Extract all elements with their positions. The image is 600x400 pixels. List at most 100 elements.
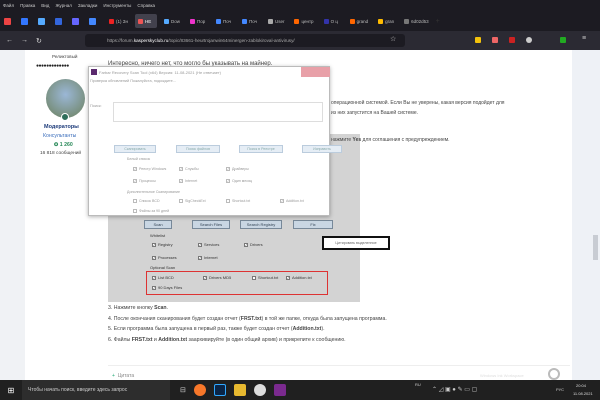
taskbar-search[interactable]: Чтобы начать поиск, введите здесь запрос <box>22 380 170 400</box>
instruction-step: 4. После окончания сканирования будет со… <box>108 315 387 322</box>
checkbox-box <box>133 209 137 213</box>
url-bar[interactable]: https://forum. kasperskyclub.ru/topic/836… <box>85 34 405 47</box>
new-tab-icon[interactable]: + <box>436 18 440 25</box>
checkbox[interactable]: ✓ Processes <box>152 255 177 260</box>
checkbox-label: Addition.txt <box>292 275 312 280</box>
checkbox[interactable]: ✓ Internet <box>179 179 197 183</box>
checkbox[interactable]: ✓ Службы <box>179 167 199 171</box>
photoshop-icon[interactable] <box>213 384 226 396</box>
checkbox-box: ✓ <box>179 167 183 171</box>
browser-tab[interactable]: grand <box>347 14 372 28</box>
checkbox[interactable]: ✓ Registry <box>152 242 173 247</box>
tab-label: Dow <box>170 18 180 24</box>
checkbox-box: ✓ <box>133 167 137 171</box>
search-field[interactable] <box>113 102 323 122</box>
tab-label: Поч <box>222 18 231 24</box>
pinned-tab-icon[interactable] <box>72 17 79 25</box>
browser-tab[interactable]: О ц <box>321 14 343 28</box>
menu-icon[interactable]: ≡ <box>582 35 586 42</box>
checkbox[interactable]: ✓ Addition.txt <box>280 199 304 203</box>
tab-label: Поч <box>248 18 257 24</box>
tab-favicon <box>349 18 355 24</box>
checkbox[interactable]: Список BCD <box>133 199 160 203</box>
pinned-tab-icon[interactable] <box>4 17 11 25</box>
tab-label: gran <box>385 18 395 24</box>
checkbox[interactable]: Shortcut.txt <box>252 275 278 280</box>
pinned-tab-icon[interactable] <box>89 17 96 25</box>
pinned-tab-icon[interactable] <box>55 17 62 25</box>
checkbox[interactable]: ✓ Драйверы <box>226 167 249 171</box>
checkbox[interactable]: Shortcut.txt <box>226 199 250 203</box>
browser-tab[interactable]: 6d02d53 <box>401 14 432 28</box>
optional-scan-label: Дополнительное Сканирование <box>127 190 180 194</box>
frst-taskbar-icon[interactable] <box>273 384 286 396</box>
lang-indicator: RU <box>415 382 421 387</box>
browser-tab[interactable]: Поч <box>239 14 261 28</box>
browser-tab[interactable]: Поч <box>213 14 235 28</box>
checkbox-label: Shortcut.txt <box>258 275 279 280</box>
checkbox[interactable]: ✓ 90 Days Files <box>152 285 182 290</box>
heart-icon[interactable] <box>548 368 560 380</box>
extension-icon[interactable] <box>492 37 498 43</box>
checkbox[interactable]: ✓ Процессы <box>133 179 156 183</box>
app-icon[interactable] <box>253 384 266 396</box>
file-explorer-icon[interactable] <box>233 384 246 396</box>
firefox-icon[interactable] <box>193 384 206 396</box>
menu-item[interactable]: Журнал <box>55 3 71 8</box>
dialog-button[interactable]: Поиск файлов <box>176 145 220 153</box>
checkbox[interactable]: ✓ Drivers MD5 <box>203 275 231 280</box>
browser-tab[interactable]: Dow <box>161 14 183 28</box>
menu-item[interactable]: Инструменты <box>103 3 131 8</box>
tab-favicon <box>189 18 195 24</box>
checkbox[interactable]: SigCheckExt <box>179 199 206 203</box>
extension-icon[interactable] <box>526 37 532 43</box>
dialog-button[interactable]: Исправить <box>302 145 342 153</box>
browser-tab[interactable]: центр <box>291 14 316 28</box>
forward-icon[interactable]: → <box>21 37 28 44</box>
quote-selection-tooltip[interactable]: Цитировать выделенное <box>322 236 390 250</box>
browser-tab[interactable]: HЕ <box>134 14 157 28</box>
checkbox-box: ✓ <box>280 199 284 203</box>
checkbox[interactable]: ✓ List BCD <box>152 275 174 280</box>
menu-item[interactable]: Правка <box>20 3 35 8</box>
menu-item[interactable]: Закладки <box>78 3 97 8</box>
pinned-tab-icon[interactable] <box>38 17 45 25</box>
clock-time[interactable]: 20:04 <box>576 383 586 388</box>
menu-item[interactable]: Вид <box>41 3 49 8</box>
scrollbar-thumb[interactable] <box>593 235 598 260</box>
bookmark-star-icon[interactable]: ☆ <box>390 35 396 43</box>
back-icon[interactable]: ← <box>6 37 13 44</box>
close-button[interactable] <box>301 67 330 77</box>
browser-tab[interactable]: (1) Зн <box>106 14 131 28</box>
menu-item[interactable]: Файл <box>3 3 14 8</box>
reload-icon[interactable]: ↻ <box>36 37 42 45</box>
language-button[interactable]: РУС <box>556 387 564 392</box>
user-group[interactable]: Модераторы <box>44 124 79 130</box>
task-view-icon[interactable]: ⊟ <box>180 386 186 394</box>
checkbox[interactable]: ✓ Internet <box>198 255 218 260</box>
checkbox[interactable]: ✓ Один месяц <box>226 179 252 183</box>
clock-date[interactable]: 11.08.2021 <box>573 391 593 396</box>
tray-icons[interactable]: ⌃ ◿ ▣ ● ✎ ▭ ▢ <box>432 386 477 393</box>
checkbox-label: Процессы <box>139 179 156 183</box>
checkbox[interactable]: ✓ Addition.txt <box>286 275 312 280</box>
browser-tab[interactable]: Пор <box>187 14 209 28</box>
extension-icon[interactable] <box>475 37 481 43</box>
quote-button[interactable]: + Цитата <box>112 373 134 379</box>
browser-tab[interactable]: User <box>265 14 288 28</box>
checkbox[interactable]: ✓ Services <box>198 242 219 247</box>
checkbox[interactable]: ✓ Реестр Windows <box>133 167 166 171</box>
checkbox[interactable]: ✓ Drivers <box>244 242 263 247</box>
extension-icon[interactable] <box>509 37 515 43</box>
dialog-button[interactable]: Поиск в Реестре <box>239 145 283 153</box>
checkbox[interactable]: Файлы за 90 дней <box>133 209 169 213</box>
extension-icon[interactable] <box>560 37 566 43</box>
checkbox-label: Реестр Windows <box>139 167 167 171</box>
menu-item[interactable]: Справка <box>137 3 155 8</box>
windows-start-icon[interactable]: ⊞ <box>0 386 22 395</box>
pinned-tab-icon[interactable] <box>21 17 28 25</box>
url-domain: kasperskyclub.ru <box>133 38 169 43</box>
browser-tab[interactable]: gran <box>375 14 397 28</box>
dialog-button[interactable]: Сканировать <box>114 145 156 153</box>
tab-favicon <box>323 18 329 24</box>
